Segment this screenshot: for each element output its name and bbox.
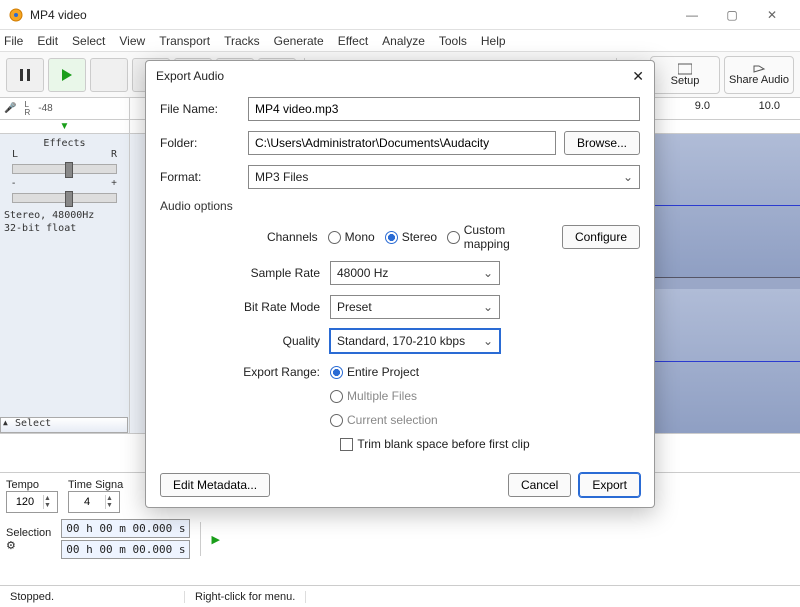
audio-options-label: Audio options: [160, 199, 640, 213]
tempo-input[interactable]: ▲▼: [6, 491, 58, 513]
menu-analyze[interactable]: Analyze: [382, 34, 425, 48]
channels-custom-radio[interactable]: Custom mapping: [447, 223, 552, 251]
export-audio-dialog: Export Audio ✕ File Name: Folder: Browse…: [145, 60, 655, 508]
effects-label[interactable]: Effects: [4, 138, 125, 149]
audio-setup-button[interactable]: Setup: [650, 56, 720, 94]
time-signature-input[interactable]: ▲▼: [68, 491, 120, 513]
edit-metadata-button[interactable]: Edit Metadata...: [160, 473, 270, 497]
selection-start-time[interactable]: 00 h 00 m 00.000 s: [61, 519, 190, 538]
configure-button[interactable]: Configure: [562, 225, 640, 249]
range-multiple-radio[interactable]: Multiple Files: [330, 389, 417, 403]
stop-button[interactable]: [90, 58, 128, 92]
meter-value: -48: [38, 103, 52, 114]
track-format-label: Stereo, 48000Hz 32-bit float: [4, 209, 125, 235]
samplerate-select[interactable]: 48000 Hz: [330, 261, 500, 285]
share-audio-button[interactable]: Share Audio: [724, 56, 794, 94]
playhead-marker-icon[interactable]: ▼: [60, 121, 70, 132]
channels-mono-radio[interactable]: Mono: [328, 230, 375, 244]
track-control-panel[interactable]: Effects LR -+ Stereo, 48000Hz 32-bit flo…: [0, 134, 130, 433]
quality-select[interactable]: Standard, 170-210 kbps: [330, 329, 500, 353]
gain-slider[interactable]: [12, 193, 117, 203]
menu-tools[interactable]: Tools: [439, 34, 467, 48]
bitrate-label: Bit Rate Mode: [230, 300, 320, 314]
pan-slider[interactable]: [12, 164, 117, 174]
status-bar: Stopped. Right-click for menu.: [0, 585, 800, 607]
close-button[interactable]: ✕: [752, 1, 792, 29]
menu-help[interactable]: Help: [481, 34, 506, 48]
folder-input[interactable]: [248, 131, 556, 155]
mic-icon[interactable]: 🎤: [4, 103, 16, 114]
menu-generate[interactable]: Generate: [274, 34, 324, 48]
filename-input[interactable]: [248, 97, 640, 121]
minimize-button[interactable]: —: [672, 1, 712, 29]
selection-toolbar: Selection ⚙ 00 h 00 m 00.000 s 00 h 00 m…: [0, 515, 800, 563]
cancel-button[interactable]: Cancel: [508, 473, 571, 497]
selection-label: Selection: [6, 527, 51, 539]
menu-tracks[interactable]: Tracks: [224, 34, 260, 48]
app-icon: [8, 7, 24, 23]
menu-file[interactable]: File: [4, 34, 23, 48]
quality-label: Quality: [230, 334, 320, 348]
menu-effect[interactable]: Effect: [338, 34, 368, 48]
dialog-close-icon[interactable]: ✕: [632, 68, 644, 85]
selection-end-time[interactable]: 00 h 00 m 00.000 s: [61, 540, 190, 559]
channels-label: Channels: [230, 230, 318, 244]
status-playback: Stopped.: [0, 591, 185, 603]
settings-icon[interactable]: ⚙: [6, 540, 16, 552]
menu-transport[interactable]: Transport: [159, 34, 210, 48]
bitrate-select[interactable]: Preset: [330, 295, 500, 319]
track-select-button[interactable]: Select: [0, 417, 128, 433]
menu-edit[interactable]: Edit: [37, 34, 58, 48]
play-button[interactable]: [48, 58, 86, 92]
filename-label: File Name:: [160, 102, 240, 116]
maximize-button[interactable]: ▢: [712, 1, 752, 29]
menu-bar: File Edit Select View Transport Tracks G…: [0, 30, 800, 52]
folder-label: Folder:: [160, 136, 240, 150]
range-current-radio[interactable]: Current selection: [330, 413, 438, 427]
dialog-title: Export Audio: [156, 69, 632, 83]
window-title: MP4 video: [30, 8, 672, 22]
status-hint: Right-click for menu.: [185, 591, 306, 603]
menu-select[interactable]: Select: [72, 34, 105, 48]
title-bar: MP4 video — ▢ ✕: [0, 0, 800, 30]
menu-view[interactable]: View: [119, 34, 145, 48]
export-button[interactable]: Export: [579, 473, 640, 497]
range-entire-radio[interactable]: Entire Project: [330, 365, 419, 379]
format-select[interactable]: MP3 Files: [248, 165, 640, 189]
browse-button[interactable]: Browse...: [564, 131, 640, 155]
export-range-label: Export Range:: [230, 365, 320, 379]
pause-button[interactable]: [6, 58, 44, 92]
tempo-label: Tempo: [6, 479, 58, 491]
format-label: Format:: [160, 170, 240, 184]
play-at-speed-icon[interactable]: ▶: [211, 533, 219, 546]
samplerate-label: Sample Rate: [230, 266, 320, 280]
trim-checkbox[interactable]: Trim blank space before first clip: [340, 437, 529, 451]
time-signature-label: Time Signa: [68, 479, 123, 491]
channels-stereo-radio[interactable]: Stereo: [385, 230, 437, 244]
